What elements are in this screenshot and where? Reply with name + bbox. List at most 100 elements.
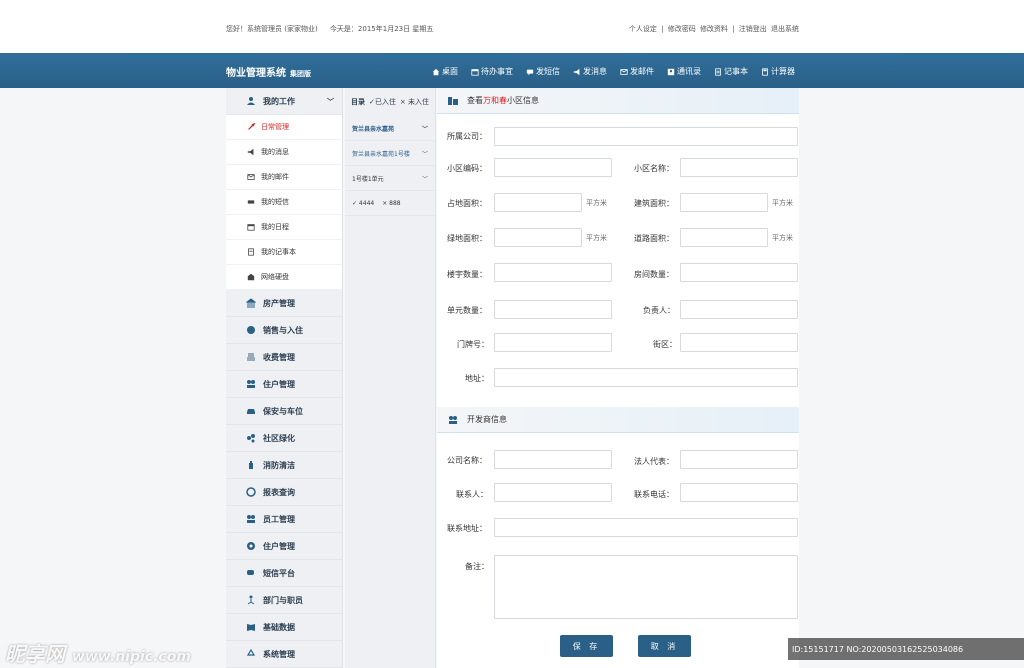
tree-node-rooms: ✓ 4444 × 888 — [345, 191, 435, 216]
sidebar-group-security[interactable]: 保安与车位 — [226, 398, 342, 425]
land-area-input[interactable] — [494, 193, 582, 212]
person-icon — [246, 96, 256, 106]
community-name-input[interactable] — [680, 158, 798, 177]
sidebar-item-messages[interactable]: 我的消息 — [226, 140, 342, 165]
nav-desktop[interactable]: 桌面 — [432, 66, 458, 77]
house-icon — [246, 541, 256, 551]
sidebar-group-departments[interactable]: 部门与职员 — [226, 587, 342, 614]
company-input[interactable] — [494, 127, 798, 146]
sidebar-group-base-data[interactable]: 基础数据 — [226, 614, 342, 641]
disk-icon — [247, 273, 255, 281]
road-area-input[interactable] — [680, 228, 768, 247]
sidebar-item-notebook[interactable]: 我的记事本 — [226, 240, 342, 265]
sidebar-group-label: 报表查询 — [263, 487, 295, 497]
book-icon — [246, 622, 256, 632]
filter-checked-in[interactable]: ✓已入住 — [369, 97, 396, 107]
nav-send-message[interactable]: 发消息 — [573, 66, 607, 77]
sidebar-item-label: 我的邮件 — [261, 173, 289, 181]
room-checked[interactable]: ✓ 4444 — [352, 200, 374, 207]
street-input[interactable] — [680, 333, 798, 352]
cancel-button[interactable]: 取 消 — [638, 635, 691, 657]
greeting-text: 您好！系统管理员 (家家物业) — [226, 25, 318, 33]
sidebar-item-disk[interactable]: 网络硬盘 — [226, 265, 342, 290]
label-contact-person: 联系人： — [456, 490, 488, 499]
door-number-input[interactable] — [494, 333, 612, 352]
top-strip: 您好！系统管理员 (家家物业) 今天是：2015年1月23日 星期五 个人设定 … — [0, 0, 1024, 53]
unit-count-input[interactable] — [494, 300, 612, 319]
home-icon — [432, 68, 440, 76]
link-exit-system[interactable]: 退出系统 — [771, 25, 799, 33]
nav-contacts[interactable]: 通讯录 — [667, 66, 701, 77]
tree-node-label: 1号楼1单元 — [352, 175, 384, 183]
room-count-input[interactable] — [680, 263, 798, 282]
tree-node-community[interactable]: 贺兰县亲水嘉苑 ﹀ — [345, 116, 435, 141]
room-unchecked[interactable]: × 888 — [382, 200, 400, 207]
label-room-count: 房间数量： — [634, 270, 674, 279]
green-area-input[interactable] — [494, 228, 582, 247]
manager-input[interactable] — [680, 300, 798, 319]
sidebar-group-label: 保安与车位 — [263, 406, 303, 416]
sidebar-item-sms[interactable]: 我的短信 — [226, 190, 342, 215]
sidebar-item-daily[interactable]: 日常管理 — [226, 115, 342, 140]
section-title-community: 万和春 — [483, 96, 507, 105]
sidebar-group-my-work[interactable]: 我的工作 ﹀ — [226, 88, 342, 115]
recycle-icon — [246, 649, 256, 659]
sidebar-group-label: 基础数据 — [263, 622, 295, 632]
divider: | — [732, 25, 735, 33]
nav-send-sms[interactable]: 发短信 — [526, 66, 560, 77]
sidebar-group-reports[interactable]: 报表查询 — [226, 479, 342, 506]
contact-address-input[interactable] — [494, 518, 798, 537]
sidebar-group-property[interactable]: 房产管理 — [226, 290, 342, 317]
sidebar-group-system[interactable]: 系统管理 — [226, 641, 342, 668]
sidebar-group-sales[interactable]: 销售与入住 — [226, 317, 342, 344]
sidebar-item-schedule[interactable]: 我的日程 — [226, 215, 342, 240]
address-input[interactable] — [494, 368, 798, 387]
remark-textarea[interactable] — [494, 555, 798, 619]
coins-icon — [246, 352, 256, 362]
legal-rep-input[interactable] — [680, 450, 798, 469]
community-code-input[interactable] — [494, 158, 612, 177]
unit-sqm: 平方米 — [586, 234, 607, 242]
label-remark: 备注： — [465, 562, 489, 571]
sidebar-group-sms-platform[interactable]: 短信平台 — [226, 560, 342, 587]
tree-node-label: 贺兰县亲水嘉苑 — [352, 125, 395, 133]
greeting-area: 您好！系统管理员 (家家物业) 今天是：2015年1月23日 星期五 — [226, 24, 443, 34]
sidebar-item-label: 我的短信 — [261, 198, 289, 206]
tree-header: 目录 ✓已入住 × 未入住 — [345, 88, 435, 116]
nav-label: 发短信 — [536, 67, 560, 76]
filter-not-in[interactable]: × 未入住 — [400, 97, 429, 107]
sidebar-group-staff[interactable]: 员工管理 — [226, 506, 342, 533]
link-edit-profile[interactable]: 修改资料 — [700, 25, 728, 33]
building-area-input[interactable] — [680, 193, 768, 212]
sidebar-group-label: 销售与入住 — [263, 325, 303, 335]
tree-node-unit[interactable]: 1号楼1单元 ﹀ — [345, 166, 435, 191]
nav-notebook[interactable]: 记事本 — [714, 66, 748, 77]
section-title: 开发商信息 — [467, 415, 507, 424]
link-change-password[interactable]: 修改密码 — [668, 25, 696, 33]
building-count-input[interactable] — [494, 263, 612, 282]
calendar-icon — [247, 223, 255, 231]
nav-send-mail[interactable]: 发邮件 — [620, 66, 654, 77]
sidebar-group-fire-cleaning[interactable]: 消防清洁 — [226, 452, 342, 479]
link-logout[interactable]: 注销登出 — [739, 25, 767, 33]
date-text: 今天是：2015年1月23日 星期五 — [329, 25, 434, 33]
sidebar-item-label: 日常管理 — [261, 123, 289, 131]
nav-calculator[interactable]: 计算器 — [761, 66, 795, 77]
label-community-code: 小区编码： — [447, 164, 487, 173]
sidebar-group-greening[interactable]: 社区绿化 — [226, 425, 342, 452]
nav-todo[interactable]: 待办事宜 — [471, 66, 513, 77]
sidebar-group-label: 系统管理 — [263, 649, 295, 659]
sidebar-group-label: 员工管理 — [263, 514, 295, 524]
contact-person-input[interactable] — [494, 483, 612, 502]
directory-tree: 目录 ✓已入住 × 未入住 贺兰县亲水嘉苑 ﹀ 贺兰县亲水嘉苑1号楼 ﹀ 1号楼… — [345, 88, 436, 668]
tree-icon — [246, 433, 256, 443]
save-button[interactable]: 保 存 — [560, 635, 613, 657]
developer-name-input[interactable] — [494, 450, 612, 469]
sidebar-group-residents[interactable]: 住户管理 — [226, 371, 342, 398]
tree-node-building[interactable]: 贺兰县亲水嘉苑1号楼 ﹀ — [345, 141, 435, 166]
sidebar-item-mail[interactable]: 我的邮件 — [226, 165, 342, 190]
sidebar-group-households[interactable]: 住户管理 — [226, 533, 342, 560]
phone-input[interactable] — [680, 483, 798, 502]
sidebar-group-fees[interactable]: 收费管理 — [226, 344, 342, 371]
link-personal-settings[interactable]: 个人设定 — [629, 25, 657, 33]
